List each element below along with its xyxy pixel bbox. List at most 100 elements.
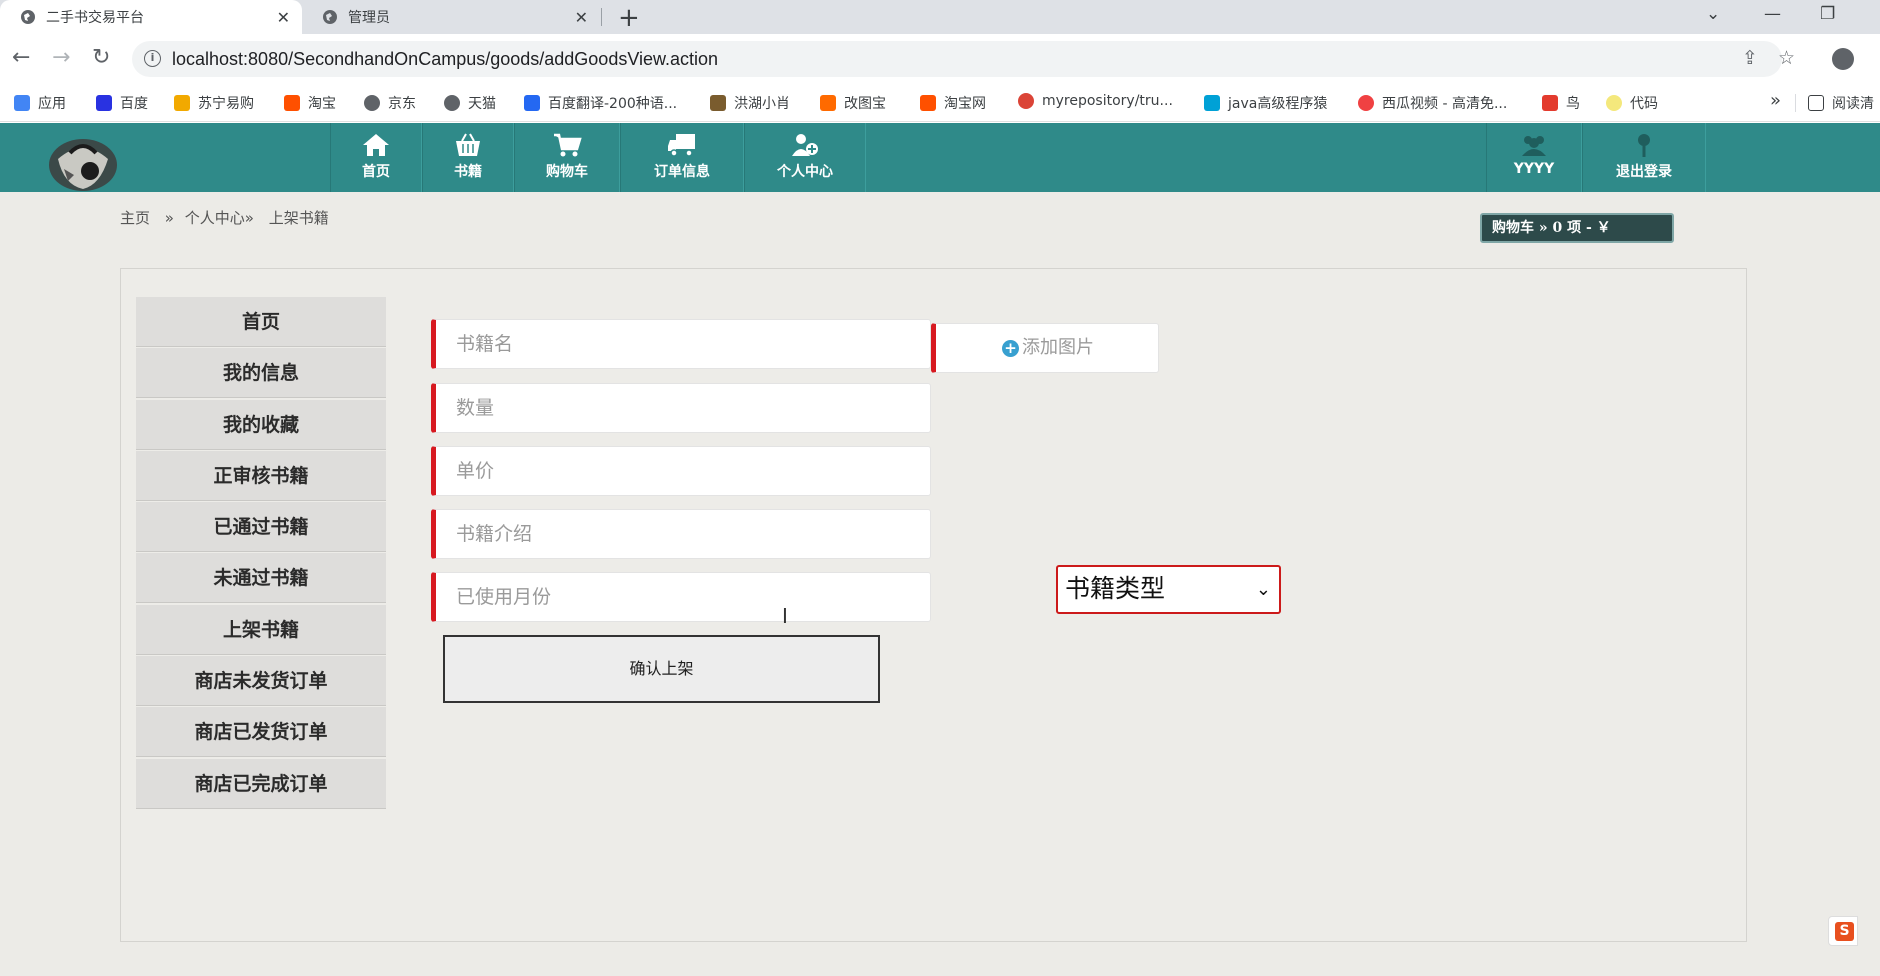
suning-icon xyxy=(174,95,190,111)
menu-my-info[interactable]: 我的信息 xyxy=(136,348,386,399)
site-info-icon[interactable]: i xyxy=(144,50,161,67)
book-name-input[interactable]: 书籍名 xyxy=(431,319,931,369)
text-cursor-icon: I xyxy=(782,604,788,628)
bookmark-item[interactable]: 百度翻译-200种语... xyxy=(524,93,677,113)
bookmark-item[interactable]: 百度 xyxy=(96,93,148,113)
bookmark-item[interactable]: myrepository/tru... xyxy=(1018,93,1173,109)
bookmark-item[interactable]: 京东 xyxy=(364,93,416,113)
menu-my-favorites[interactable]: 我的收藏 xyxy=(136,399,386,450)
url-omnibox[interactable]: i localhost:8080/SecondhandOnCampus/good… xyxy=(132,41,1795,77)
quantity-input[interactable]: 数量 xyxy=(431,383,931,433)
bookmark-item[interactable]: 鸟 xyxy=(1542,93,1580,113)
sogou-s-icon: S xyxy=(1835,922,1854,941)
nav-label: YYYY xyxy=(1513,161,1555,177)
bookmark-item[interactable]: java高级程序猿 xyxy=(1204,93,1327,113)
bookmark-item[interactable]: 西瓜视频 - 高清免... xyxy=(1358,93,1507,113)
price-input[interactable]: 单价 xyxy=(431,446,931,496)
intro-input[interactable]: 书籍介绍 xyxy=(431,509,931,559)
logo-icon[interactable] xyxy=(40,129,126,193)
nav-orders[interactable]: 订单信息 xyxy=(620,123,744,192)
tab-title: 二手书交易平台 xyxy=(46,10,144,26)
profile-avatar-icon[interactable] xyxy=(1832,48,1854,70)
nav-home[interactable]: 首页 xyxy=(330,123,422,192)
menu-reviewing-books[interactable]: 正审核书籍 xyxy=(136,450,386,501)
bookmark-favicon-icon xyxy=(820,95,836,111)
add-image-button[interactable]: + 添加图片 xyxy=(931,323,1159,373)
users-icon xyxy=(1522,136,1546,156)
more-bookmarks-icon[interactable]: » xyxy=(1770,90,1781,111)
bookmark-favicon-icon xyxy=(710,95,726,111)
address-bar: ← → ↻ i localhost:8080/SecondhandOnCampu… xyxy=(0,34,1880,84)
close-tab-icon[interactable]: ✕ xyxy=(277,8,290,27)
reading-list[interactable]: 阅读清 xyxy=(1808,93,1874,113)
minimize-icon[interactable]: — xyxy=(1764,0,1781,34)
new-tab-icon[interactable]: + xyxy=(618,3,640,33)
home-icon xyxy=(363,134,389,156)
confirm-list-button[interactable]: 确认上架 xyxy=(443,635,880,703)
bookmark-item[interactable]: 洪湖小肖 xyxy=(710,93,790,113)
menu-shipped-orders[interactable]: 商店已发货订单 xyxy=(136,707,386,758)
taobao-icon xyxy=(920,95,936,111)
nav-label: 首页 xyxy=(362,164,390,180)
browser-tab[interactable]: 管理员 ✕ xyxy=(302,0,600,34)
book-type-select[interactable]: 书籍类型 ⌄ xyxy=(1056,565,1281,614)
nav-label: 订单信息 xyxy=(654,164,710,180)
url-text[interactable]: localhost:8080/SecondhandOnCampus/goods/… xyxy=(172,49,718,70)
bookmark-item[interactable]: 改图宝 xyxy=(820,93,886,113)
bookmark-item[interactable]: 代码 xyxy=(1606,93,1658,113)
restore-icon[interactable]: ❐ xyxy=(1820,0,1835,34)
breadcrumb-separator: » xyxy=(164,209,174,227)
globe-icon xyxy=(444,95,460,111)
truck-icon xyxy=(668,134,695,157)
forward-icon[interactable]: → xyxy=(52,45,70,70)
close-tab-icon[interactable]: ✕ xyxy=(575,8,588,27)
back-icon[interactable]: ← xyxy=(12,45,30,70)
nav-personal-center[interactable]: 个人中心 xyxy=(744,123,866,192)
bilibili-icon xyxy=(1204,95,1220,111)
globe-icon xyxy=(364,95,380,111)
cart-widget[interactable]: 购物车 » 0 项 - ￥ xyxy=(1480,213,1674,243)
pin-icon xyxy=(1638,134,1650,157)
menu-list-book[interactable]: 上架书籍 xyxy=(136,604,386,655)
book-type-value: 书籍类型 xyxy=(1065,574,1166,603)
breadcrumb-home[interactable]: 主页 xyxy=(120,209,150,227)
menu-rejected-books[interactable]: 未通过书籍 xyxy=(136,553,386,604)
tab-separator xyxy=(601,8,602,26)
breadcrumb-personal-center[interactable]: 个人中心» xyxy=(185,209,254,227)
nav-logout[interactable]: 退出登录 xyxy=(1582,123,1706,192)
bookmark-item[interactable]: 苏宁易购 xyxy=(174,93,254,113)
menu-completed-orders[interactable]: 商店已完成订单 xyxy=(136,758,386,809)
sogou-ime-badge[interactable]: S xyxy=(1828,916,1858,946)
nav-user[interactable]: YYYY xyxy=(1486,123,1582,192)
nav-label: 个人中心 xyxy=(777,164,833,180)
bookmark-apps[interactable]: 应用 xyxy=(14,93,66,113)
tab-title: 管理员 xyxy=(348,10,390,26)
nav-label: 购物车 xyxy=(546,164,588,180)
bookmark-star-icon[interactable]: ☆ xyxy=(1778,47,1795,69)
nav-cart[interactable]: 购物车 xyxy=(514,123,620,192)
user-add-icon xyxy=(792,134,818,156)
tab-search-icon[interactable]: ⌄ xyxy=(1706,0,1720,34)
side-menu: 首页 我的信息 我的收藏 正审核书籍 已通过书籍 未通过书籍 上架书籍 商店未发… xyxy=(136,297,386,810)
reading-list-icon xyxy=(1808,95,1824,111)
browser-tabstrip: 二手书交易平台 ✕ 管理员 ✕ + ⌄ — ❐ xyxy=(0,0,1880,34)
bookmark-item[interactable]: 淘宝网 xyxy=(920,93,986,113)
reload-icon[interactable]: ↻ xyxy=(92,45,110,70)
menu-approved-books[interactable]: 已通过书籍 xyxy=(136,502,386,553)
site-header: 首页 书籍 购物车 订单信息 个人中心 YYYY 退出登录 xyxy=(0,123,1880,192)
baidu-icon xyxy=(96,95,112,111)
menu-home[interactable]: 首页 xyxy=(136,297,386,347)
plus-circle-icon: + xyxy=(1002,340,1019,357)
nav-books[interactable]: 书籍 xyxy=(422,123,514,192)
browser-tab-active[interactable]: 二手书交易平台 ✕ xyxy=(0,0,302,34)
globe-icon xyxy=(21,10,35,24)
bookmark-item[interactable]: 天猫 xyxy=(444,93,496,113)
add-image-label: 添加图片 xyxy=(1022,337,1094,358)
breadcrumb-current: 上架书籍 xyxy=(268,209,329,227)
share-icon[interactable]: ⇪ xyxy=(1742,47,1758,69)
months-used-input[interactable]: 已使用月份 xyxy=(431,572,931,622)
bookmark-item[interactable]: 淘宝 xyxy=(284,93,336,113)
menu-unshipped-orders[interactable]: 商店未发货订单 xyxy=(136,656,386,707)
page-body: 主页 » 个人中心» 上架书籍 购物车 » 0 项 - ￥ 首页 我的信息 我的… xyxy=(0,192,1880,976)
content-panel: 首页 我的信息 我的收藏 正审核书籍 已通过书籍 未通过书籍 上架书籍 商店未发… xyxy=(120,268,1747,942)
